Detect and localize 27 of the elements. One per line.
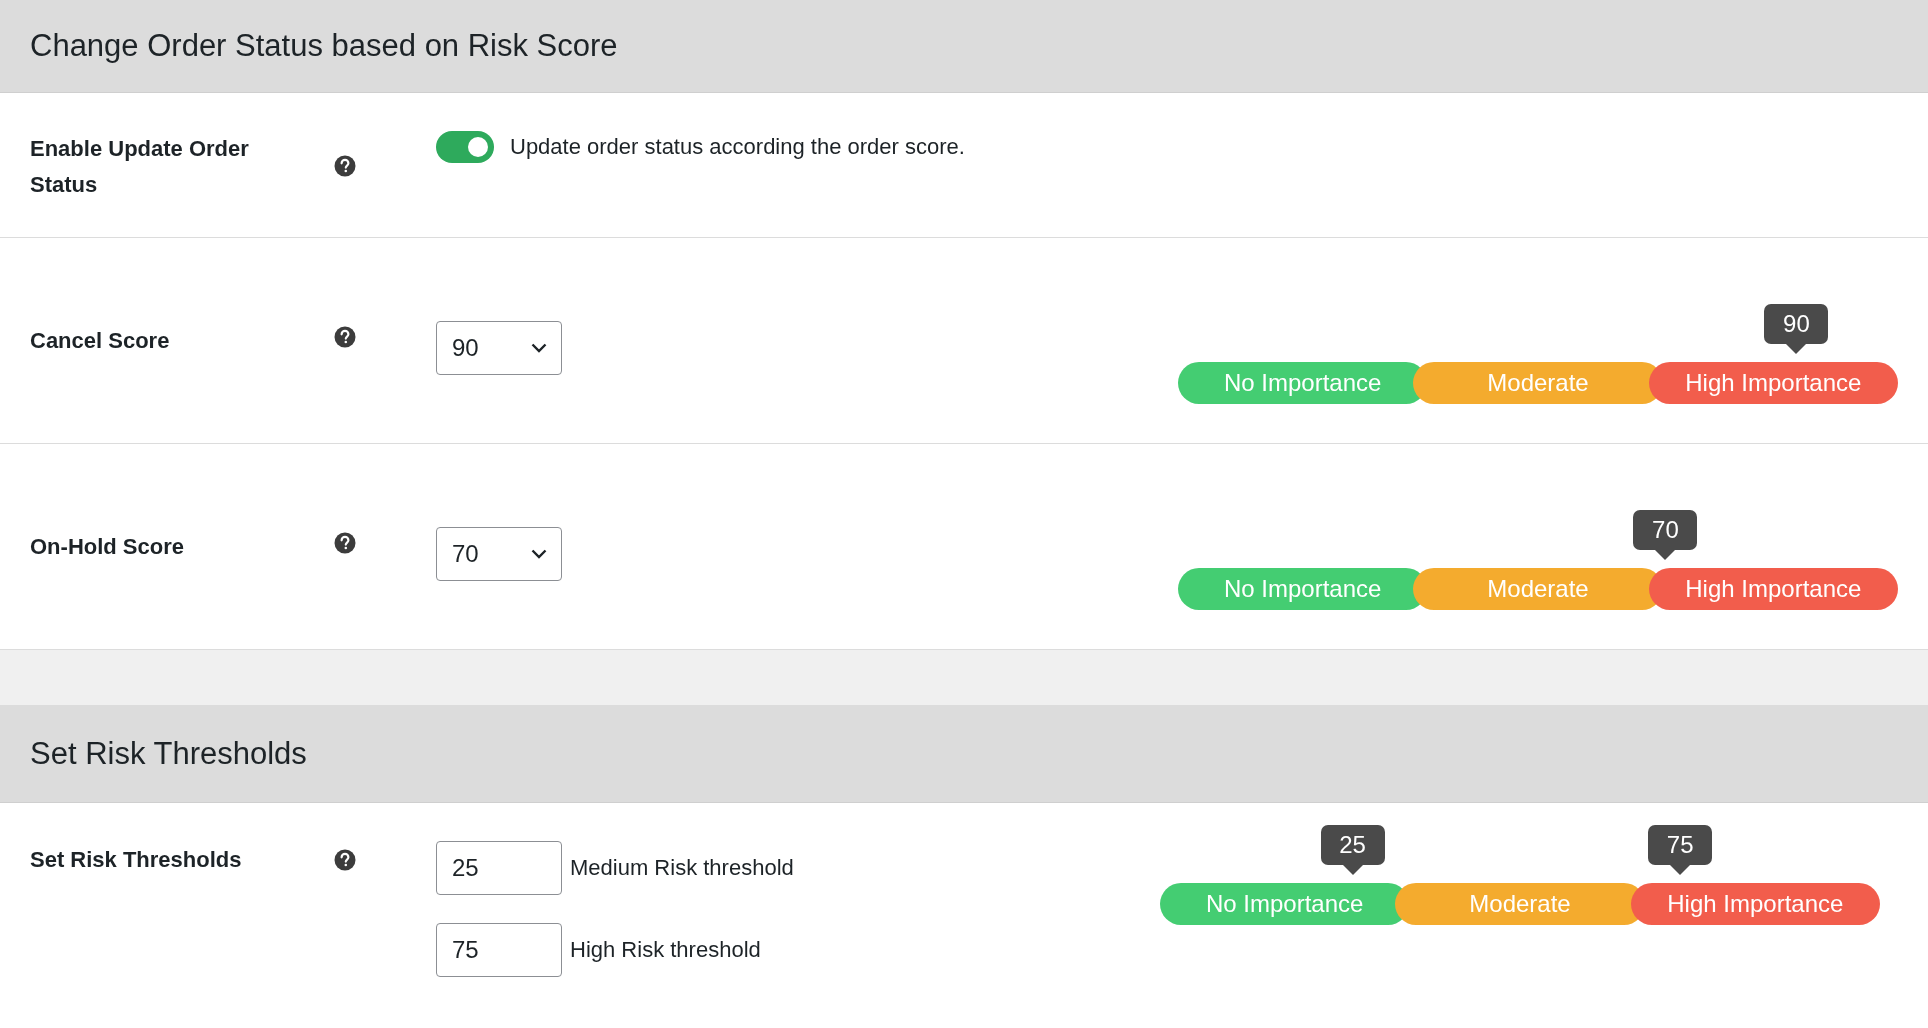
value-tooltip: 75 <box>1648 825 1713 875</box>
field-label: Set Risk Thresholds <box>30 847 242 872</box>
threshold-label: High Risk threshold <box>570 937 761 963</box>
value-tooltip: 25 <box>1320 825 1385 875</box>
toggle-description: Update order status according the order score. <box>510 133 965 161</box>
score-select[interactable]: 90 <box>436 320 562 375</box>
importance-segment: High Importance <box>1630 883 1880 925</box>
field-label: Enable Update Order Status <box>30 136 249 197</box>
help-icon[interactable] <box>334 155 356 177</box>
toggle-switch[interactable] <box>436 131 494 163</box>
value-tooltip: 70 <box>1633 509 1698 560</box>
section-title: Change Order Status based on Risk Score <box>30 28 618 64</box>
caret-icon <box>531 342 547 353</box>
score-select[interactable]: 70 <box>436 526 562 581</box>
field-label: On-Hold Score <box>30 533 184 559</box>
importance-segment: High Importance <box>1648 361 1898 404</box>
caret-icon <box>531 548 547 559</box>
importance-segment: High Importance <box>1648 567 1898 610</box>
section-title: Set Risk Thresholds <box>30 735 307 772</box>
help-icon[interactable] <box>334 531 356 554</box>
help-icon[interactable] <box>334 325 356 348</box>
threshold-input[interactable]: 25 <box>436 841 562 895</box>
field-label: Cancel Score <box>30 327 170 353</box>
help-icon[interactable] <box>334 849 356 871</box>
value-tooltip: 90 <box>1764 303 1829 354</box>
threshold-label: Medium Risk threshold <box>570 855 794 881</box>
threshold-input[interactable]: 75 <box>436 923 562 977</box>
